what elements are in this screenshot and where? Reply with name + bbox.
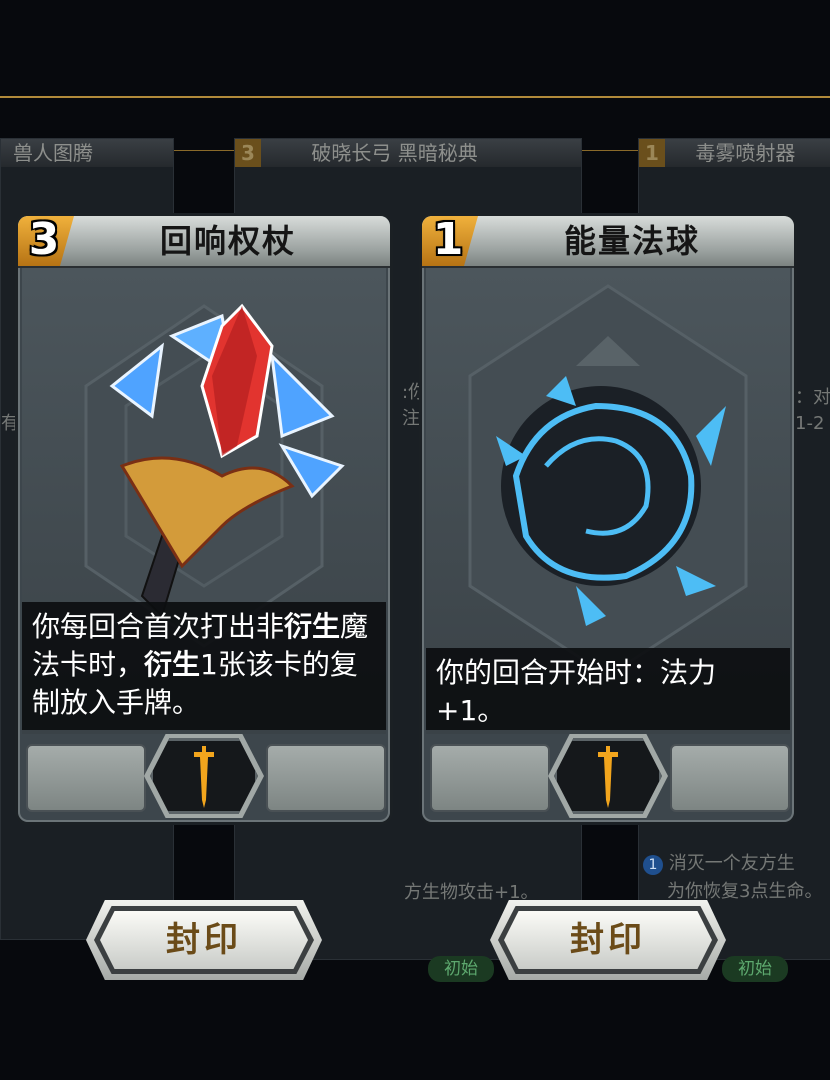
- card-footer: [26, 734, 386, 818]
- background-text: 1 消灭一个友方生: [643, 851, 795, 877]
- background-card-cost: 1: [639, 139, 665, 167]
- keyword-text: 衍生: [144, 648, 201, 681]
- seal-button-label: 封印: [166, 920, 242, 960]
- card-description: 你的回合开始时：法力+1。: [426, 648, 790, 730]
- seal-button-label: 封印: [570, 920, 646, 960]
- background-card-header: 兽人图腾: [1, 139, 173, 167]
- background-text-line: 消灭一个友方生: [668, 853, 795, 874]
- seal-button[interactable]: 封印: [490, 900, 726, 980]
- card-header: 1 能量法球: [422, 216, 794, 268]
- card-title: 回响权杖: [159, 222, 296, 260]
- description-text: 你的回合开始时：法力+1。: [436, 656, 717, 727]
- background-card-name: 破晓长弓 黑暗秘典: [311, 141, 478, 165]
- background-card-header: 1 毒雾喷射器: [639, 139, 830, 167]
- background-text: :你: [402, 382, 422, 403]
- relic-card[interactable]: 3 回响权杖 你每回合首次打出非衍生魔法卡时，衍生1张该卡的复制放入手牌。: [18, 216, 390, 822]
- background-text: 有: [1, 413, 19, 434]
- background-text: 1-2: [795, 413, 825, 434]
- background-badge: 初始: [722, 956, 788, 982]
- gold-divider: [0, 96, 830, 98]
- background-badge: 初始: [428, 956, 494, 982]
- card-header: 3 回响权杖: [18, 216, 390, 268]
- top-band: [0, 0, 830, 88]
- card-title: 能量法球: [563, 222, 700, 260]
- relic-card[interactable]: 1 能量法球 你的回合开始时：法力+1。: [422, 216, 794, 822]
- keyword-text: 衍生: [284, 610, 341, 643]
- card-cost: 3: [28, 216, 60, 265]
- background-text: 注: [402, 408, 420, 429]
- seal-button[interactable]: 封印: [86, 900, 322, 980]
- background-card-header: 3 破晓长弓 黑暗秘典: [235, 139, 581, 167]
- sword-icon: [598, 746, 618, 808]
- card-description: 你每回合首次打出非衍生魔法卡时，衍生1张该卡的复制放入手牌。: [22, 602, 386, 730]
- footer-slot-right: [670, 744, 790, 812]
- sword-icon: [194, 746, 214, 808]
- background-card-name: 兽人图腾: [13, 141, 93, 165]
- card-footer: [430, 734, 790, 818]
- footer-slot-left: [26, 744, 146, 812]
- footer-slot-left: [430, 744, 550, 812]
- background-text: ：对: [795, 387, 830, 408]
- background-card-name: 毒雾喷射器: [695, 141, 796, 165]
- description-text: 你每回合首次打出非: [32, 610, 285, 643]
- background-card-cost: 3: [235, 139, 261, 167]
- footer-slot-right: [266, 744, 386, 812]
- card-cost: 1: [432, 216, 464, 265]
- background-card-fragment: :你 注: [402, 380, 422, 440]
- info-icon: 1: [643, 855, 663, 875]
